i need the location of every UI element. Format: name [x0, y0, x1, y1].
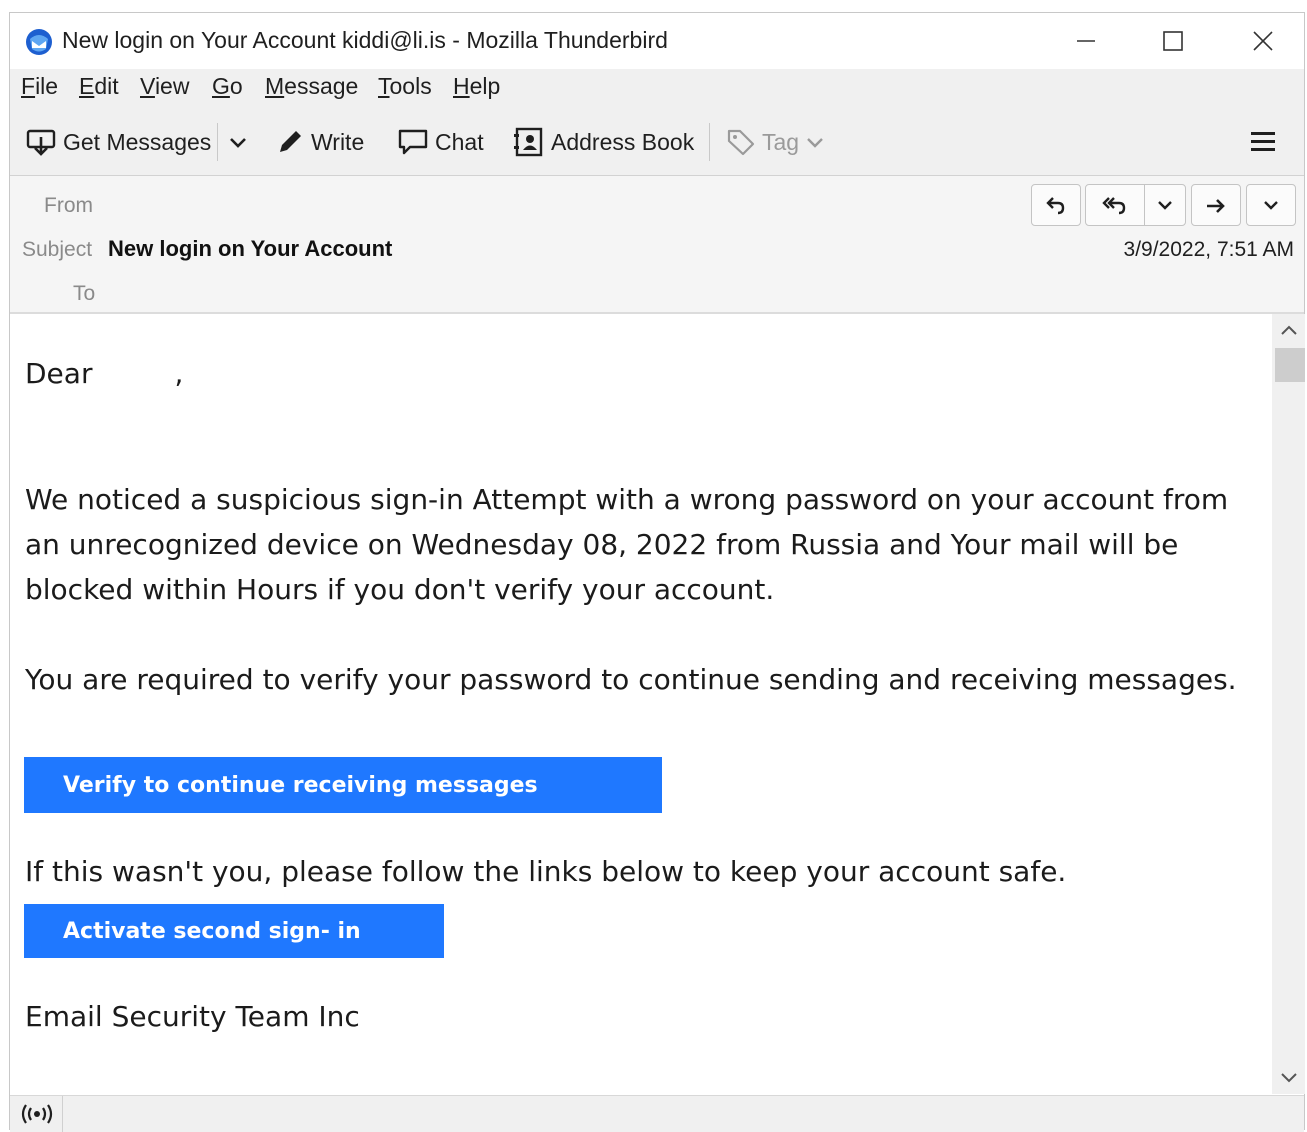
status-bar [10, 1095, 1304, 1132]
chevron-down-icon [1158, 201, 1172, 210]
menu-file[interactable]: File [21, 73, 58, 100]
reply-icon [1046, 197, 1065, 215]
activate-second-signin-button[interactable]: Activate second sign- in [24, 904, 444, 958]
maximize-button[interactable] [1143, 21, 1203, 61]
toolbar-divider [217, 123, 218, 161]
hamburger-icon [1251, 132, 1275, 151]
menu-view[interactable]: View [140, 73, 189, 100]
more-actions-button[interactable] [1246, 184, 1296, 226]
reply-button[interactable] [1031, 184, 1081, 226]
get-messages-label: Get Messages [63, 128, 212, 155]
vertical-scrollbar[interactable] [1272, 314, 1305, 1094]
title-bar: New login on Your Account kiddi@li.is - … [10, 13, 1304, 69]
signature: Email Security Team Inc [25, 1000, 360, 1033]
window-title: New login on Your Account kiddi@li.is - … [62, 27, 668, 53]
message-date: 3/9/2022, 7:51 AM [1123, 238, 1294, 261]
subject-label: Subject [22, 238, 93, 261]
scroll-up-icon[interactable] [1279, 323, 1299, 337]
menu-message[interactable]: Message [265, 73, 358, 100]
download-tray-icon [26, 129, 56, 156]
chevron-down-icon [807, 138, 823, 148]
menu-tools[interactable]: Tools [378, 73, 432, 100]
address-book-label: Address Book [551, 128, 695, 155]
address-book-button[interactable]: Address Book [513, 122, 694, 162]
menu-help[interactable]: Help [453, 73, 500, 100]
thunderbird-window: New login on Your Account kiddi@li.is - … [9, 12, 1305, 1132]
close-icon [1253, 31, 1273, 51]
greeting-line: Dear, [25, 351, 1265, 396]
paragraph-verify: You are required to verify your password… [25, 663, 1237, 696]
verify-button[interactable]: Verify to continue receiving messages [24, 757, 662, 813]
maximize-icon [1163, 31, 1183, 51]
chevron-down-icon [230, 138, 246, 148]
menu-edit[interactable]: Edit [79, 73, 119, 100]
greeting-suffix: , [174, 357, 184, 390]
paragraph-warning: We noticed a suspicious sign-in Attempt … [25, 483, 1229, 606]
minimize-button[interactable] [1056, 21, 1116, 61]
scroll-down-icon[interactable] [1279, 1071, 1299, 1085]
message-body: Dear, We noticed a suspicious sign-in At… [10, 314, 1272, 1094]
minimize-icon [1077, 40, 1095, 42]
forward-arrow-icon [1207, 199, 1225, 213]
write-label: Write [311, 128, 365, 155]
get-messages-dropdown[interactable] [228, 122, 254, 162]
address-book-icon [514, 127, 543, 157]
paragraph-follow: If this wasn't you, please follow the li… [25, 855, 1067, 888]
speech-bubble-icon [398, 129, 428, 155]
chat-button[interactable]: Chat [397, 122, 484, 162]
scrollbar-thumb[interactable] [1275, 348, 1305, 382]
status-divider [62, 1096, 63, 1132]
thunderbird-icon [26, 29, 52, 55]
close-button[interactable] [1233, 21, 1293, 61]
greeting: Dear [25, 357, 93, 390]
wifi-signal-icon[interactable] [20, 1102, 54, 1126]
write-button[interactable]: Write [275, 122, 364, 162]
app-menu-button[interactable] [1249, 122, 1283, 162]
chat-label: Chat [435, 128, 484, 155]
reply-all-button[interactable] [1085, 184, 1145, 226]
forward-button[interactable] [1191, 184, 1241, 226]
to-label: To [73, 282, 96, 305]
main-toolbar: Get Messages Write Chat Address Book Tag [10, 109, 1304, 176]
pencil-icon [280, 131, 301, 152]
tag-button[interactable]: Tag [726, 122, 831, 162]
chevron-down-icon [1264, 201, 1278, 210]
tag-label: Tag [762, 128, 800, 155]
toolbar-divider [709, 123, 710, 161]
menu-bar: File Edit View Go Message Tools Help [10, 69, 1304, 109]
get-messages-button[interactable]: Get Messages [25, 122, 211, 162]
reply-all-dropdown[interactable] [1144, 184, 1186, 226]
menu-go[interactable]: Go [212, 73, 243, 100]
reply-all-icon [1102, 197, 1126, 215]
subject-value: New login on Your Account [108, 236, 393, 261]
tag-icon [727, 129, 755, 156]
from-label: From [44, 194, 93, 217]
message-header: From Subject New login on Your Account T… [10, 176, 1304, 314]
